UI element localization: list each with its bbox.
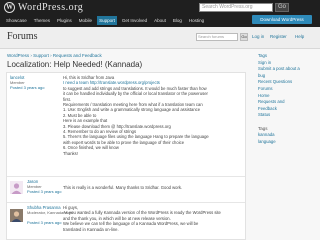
nav-get-involved[interactable]: Get Involved [120,16,149,25]
login-link[interactable]: Log in [252,34,264,39]
nav-mobile[interactable]: Mobile [77,16,94,25]
post-body: Hi, this is Sridhar from Java I need a t… [63,75,243,156]
forums-header: Forums Search forums Go Log in Register … [0,27,320,49]
page-title: Forums [7,31,38,42]
forum-search-button[interactable]: Go [240,33,248,41]
sidebar-item[interactable]: bug [258,73,318,80]
post-timestamp[interactable]: Posted 3 years ago [10,85,44,90]
post-timestamp[interactable]: Posted 3 years ago [27,220,61,225]
nav-support[interactable]: Support [97,16,117,25]
topic-title: Localization: Help Needed! (Kannada) [7,60,143,69]
site-search-input[interactable]: Search WordPress.org [199,3,273,12]
site-search-button[interactable]: Go [275,3,289,12]
post-body: Hi guys, As you wanted a fully Kannada v… [63,205,243,232]
post-line: This is really is a wonderful. Many than… [63,185,183,190]
post-timestamp[interactable]: Posted 3 years ago [27,189,61,194]
top-bar: W WordPress.org Search WordPress.org Go … [0,0,320,27]
site-logo-text[interactable]: WordPress.org [18,2,83,13]
download-wordpress-button[interactable]: Download WordPress [252,15,312,24]
tags-heading: Tags [258,125,268,131]
avatar-icon[interactable] [10,181,23,194]
nav-themes[interactable]: Themes [32,16,52,25]
tag-link[interactable]: language [258,139,318,146]
help-link[interactable]: Help [295,34,304,39]
breadcrumb[interactable]: WordPress › Support › Requests and Feedb… [7,53,102,58]
nav-plugins[interactable]: Plugins [55,16,74,25]
post-item: Shubha Prasanna Moderator, Kannada team … [7,203,245,239]
sidebar-item[interactable]: Recent Questions [258,79,318,86]
post-line: translated in Kannada on-line. [63,226,119,232]
sidebar-item[interactable]: Status [258,112,318,119]
nav-blog[interactable]: Blog [171,16,184,25]
sidebar-item[interactable]: Home [258,93,318,100]
post-item: lancelot Member Posted 3 years ago Hi, t… [7,73,245,177]
sidebar-item[interactable]: Tags [258,53,318,60]
nav-showcase[interactable]: Showcase [4,16,29,25]
post-line: Thanks! [63,150,78,156]
sidebar-item[interactable]: Forums [258,86,318,93]
wordpress-logo-icon[interactable]: W [4,2,15,13]
register-link[interactable]: Register [270,34,287,39]
main-nav: Showcase Themes Plugins Mobile Support G… [4,16,206,25]
sidebar: Tags Sign in Submit a post about a bug R… [258,53,318,145]
sidebar-item[interactable]: Sign in [258,60,318,67]
tag-link[interactable]: kannada [258,132,318,139]
sidebar-item[interactable]: Submit a post about a [258,66,318,73]
post-item: Jason Member Posted 3 years ago This is … [7,177,245,203]
post-list: lancelot Member Posted 3 years ago Hi, t… [6,72,246,240]
post-body: This is really is a wonderful. Many than… [63,179,243,190]
forum-search-input[interactable]: Search forums [196,33,238,41]
nav-hosting[interactable]: Hosting [187,16,206,25]
nav-about[interactable]: About [152,16,168,25]
sidebar-item[interactable]: Requests and [258,99,318,106]
avatar-icon[interactable] [10,209,23,222]
sidebar-item[interactable]: Feedback [258,106,318,113]
